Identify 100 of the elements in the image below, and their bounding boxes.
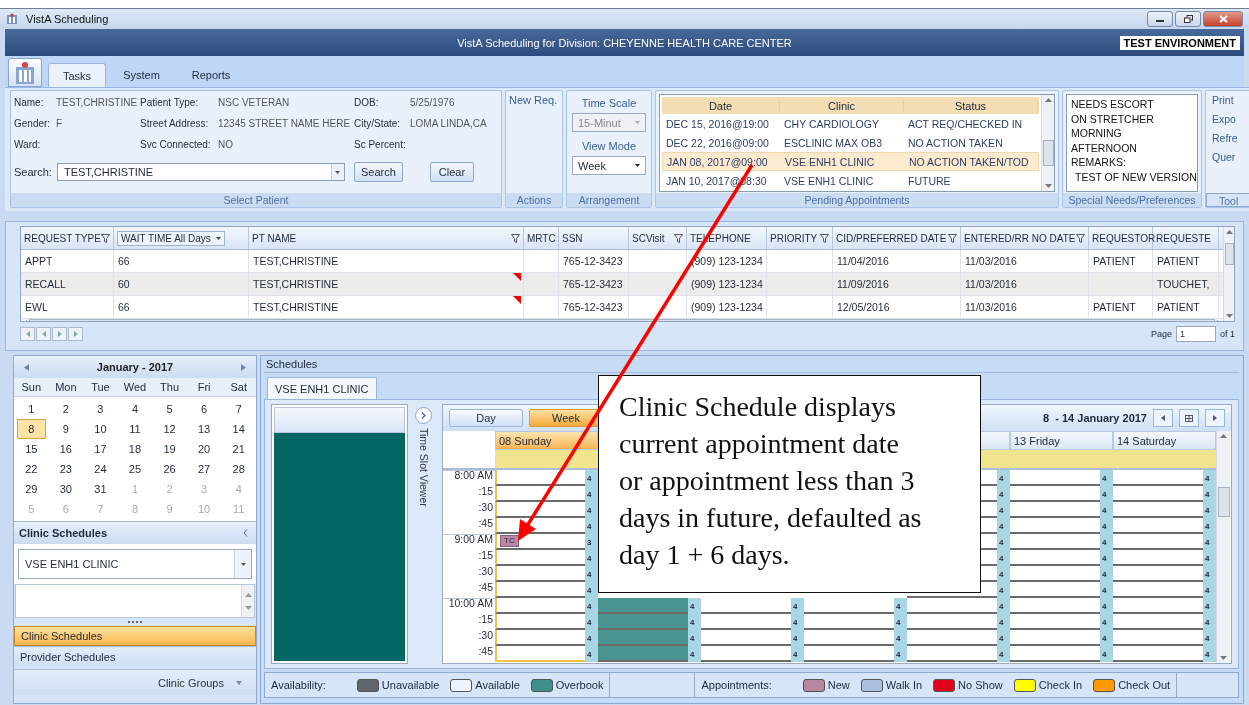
view-button[interactable]: Day bbox=[449, 409, 523, 427]
calendar-day[interactable]: 18 bbox=[120, 439, 150, 459]
column-header[interactable]: CID/PREFERRED DATE bbox=[833, 227, 961, 249]
tool-button[interactable]: Print bbox=[1212, 94, 1236, 106]
column-header[interactable]: REQUEST TYPE bbox=[21, 227, 114, 249]
vertical-scrollbar[interactable] bbox=[1223, 227, 1234, 321]
scroll-thumb[interactable] bbox=[1042, 140, 1054, 166]
calendar-day[interactable]: 3 bbox=[86, 399, 115, 419]
calendar-day[interactable]: 20 bbox=[189, 439, 219, 459]
scroll-thumb[interactable] bbox=[1217, 487, 1230, 517]
close-button[interactable] bbox=[1203, 11, 1243, 27]
appointment-block[interactable]: TC bbox=[500, 535, 519, 547]
ribbon-button[interactable]: Search bbox=[353, 162, 403, 182]
column-header[interactable]: PRIORITY bbox=[767, 227, 833, 249]
calendar-day[interactable]: 8 bbox=[17, 419, 46, 439]
scroll-down-icon[interactable] bbox=[1044, 184, 1052, 188]
day-header[interactable]: 14 Saturday bbox=[1113, 431, 1216, 450]
calendar-day[interactable]: 2 bbox=[51, 399, 81, 419]
calendar-day[interactable]: 17 bbox=[86, 439, 115, 459]
navigation-menu[interactable]: Clinic Groups bbox=[14, 669, 256, 695]
calendar-day[interactable]: 10 bbox=[86, 419, 115, 439]
scroll-up-icon[interactable] bbox=[1225, 230, 1233, 234]
restore-button[interactable] bbox=[1175, 11, 1201, 27]
calendar-day[interactable]: 6 bbox=[189, 399, 219, 419]
time-slot[interactable] bbox=[495, 470, 585, 486]
minimize-button[interactable] bbox=[1147, 11, 1173, 27]
calendar-day[interactable]: 29 bbox=[17, 479, 46, 499]
scroll-up-icon[interactable] bbox=[1220, 434, 1227, 438]
calendar-day[interactable]: 19 bbox=[155, 439, 184, 459]
calendar-day[interactable]: 12 bbox=[155, 419, 184, 439]
clinic-tab[interactable]: VSE ENH1 CLINIC bbox=[267, 377, 377, 399]
vertical-scrollbar[interactable] bbox=[1216, 431, 1230, 663]
ribbon-button[interactable]: Clear bbox=[429, 162, 475, 182]
calendar-day[interactable]: 21 bbox=[224, 439, 253, 459]
navigation-item[interactable]: Provider Schedules bbox=[14, 646, 256, 666]
time-slot[interactable] bbox=[495, 486, 585, 502]
scroll-down-icon[interactable] bbox=[1225, 314, 1233, 318]
legend-label: Walk In bbox=[885, 679, 923, 691]
column-header[interactable]: REQUESTOR bbox=[1089, 227, 1153, 249]
time-slot[interactable] bbox=[495, 550, 585, 566]
app-menu-button[interactable] bbox=[8, 58, 42, 87]
calendar-day[interactable]: 4 bbox=[120, 399, 150, 419]
tool-button[interactable]: Quer bbox=[1212, 151, 1238, 163]
previous-week-button[interactable] bbox=[1153, 409, 1173, 427]
tool-button[interactable]: Refre bbox=[1212, 132, 1240, 144]
time-slot[interactable] bbox=[495, 566, 585, 582]
calendar-day[interactable]: 16 bbox=[51, 439, 81, 459]
calendar-day[interactable]: 5 bbox=[155, 399, 184, 419]
calendar-day[interactable]: 24 bbox=[86, 459, 115, 479]
calendar-day[interactable]: 27 bbox=[189, 459, 219, 479]
calendar-day[interactable]: 23 bbox=[51, 459, 81, 479]
ribbon-tab[interactable]: Tasks bbox=[48, 63, 107, 87]
new-request-button[interactable]: New Req. bbox=[509, 94, 558, 106]
day-header[interactable]: 13 Friday bbox=[1010, 431, 1113, 450]
table-row[interactable]: RECALL 60 TEST,CHRISTINE 765-12-3423 (909) 123-1234 11/09/2016 11/03/2016 TOUCHET, bbox=[21, 273, 1223, 296]
column-header[interactable]: PT NAME bbox=[249, 227, 524, 249]
calendar-day[interactable]: 7 bbox=[224, 399, 253, 419]
next-month-button[interactable] bbox=[241, 363, 246, 371]
filter-icon bbox=[674, 233, 683, 243]
tool-button[interactable]: Expo bbox=[1212, 113, 1238, 125]
slot-count: 4 bbox=[585, 518, 598, 534]
calendar-day[interactable]: 22 bbox=[17, 459, 46, 479]
time-slot[interactable] bbox=[495, 598, 585, 614]
calendar-day[interactable]: 14 bbox=[224, 419, 253, 439]
calendar-day[interactable]: 28 bbox=[224, 459, 253, 479]
day-header[interactable]: 08 Sunday bbox=[495, 431, 598, 450]
page-field[interactable]: 1 bbox=[1176, 326, 1216, 342]
navigation-item[interactable]: Clinic Schedules bbox=[14, 626, 256, 646]
previous-month-button[interactable] bbox=[24, 363, 29, 371]
column-header[interactable]: MRTC bbox=[524, 227, 559, 249]
time-slot[interactable] bbox=[495, 630, 585, 646]
scroll-down-icon[interactable] bbox=[1220, 656, 1227, 660]
calendar-day[interactable]: 30 bbox=[51, 479, 81, 499]
scroll-thumb[interactable] bbox=[1224, 243, 1234, 265]
calendar-day[interactable]: 1 bbox=[17, 399, 46, 419]
column-header[interactable]: SSN bbox=[559, 227, 629, 249]
ribbon-tab[interactable]: System bbox=[108, 63, 175, 87]
scroll-up-icon[interactable] bbox=[1044, 98, 1052, 102]
vertical-scrollbar[interactable] bbox=[1041, 95, 1054, 191]
ribbon-tab[interactable]: Reports bbox=[176, 63, 246, 87]
calendar-day[interactable]: 15 bbox=[17, 439, 46, 459]
next-week-button[interactable] bbox=[1205, 409, 1225, 427]
table-row[interactable]: JAN 08, 2017@09:00 VSE ENH1 CLINIC NO ACTION TAKEN/TOD bbox=[662, 152, 1039, 171]
calendar-day[interactable]: 25 bbox=[120, 459, 150, 479]
expand-button[interactable] bbox=[415, 407, 432, 424]
calendar-day[interactable]: 9 bbox=[51, 419, 81, 439]
dropdown-field[interactable]: Week bbox=[572, 156, 646, 175]
time-slot[interactable] bbox=[495, 582, 585, 598]
column-header[interactable]: ENTERED/RR NO DATE bbox=[961, 227, 1089, 249]
calendar-day[interactable]: 11 bbox=[120, 419, 150, 439]
time-slot[interactable]: TC bbox=[495, 534, 585, 550]
calendar-day[interactable]: 13 bbox=[189, 419, 219, 439]
clinic-dropdown[interactable]: VSE ENH1 CLINIC bbox=[18, 549, 252, 579]
column-header[interactable]: SCVisit bbox=[629, 227, 687, 249]
calendar-day[interactable]: 31 bbox=[86, 479, 115, 499]
time-slot[interactable] bbox=[495, 614, 585, 630]
time-slot[interactable] bbox=[495, 502, 585, 518]
search-combobox[interactable]: TEST,CHRISTINE bbox=[56, 163, 345, 181]
calendar-button[interactable] bbox=[1179, 409, 1199, 427]
calendar-day[interactable]: 26 bbox=[155, 459, 184, 479]
